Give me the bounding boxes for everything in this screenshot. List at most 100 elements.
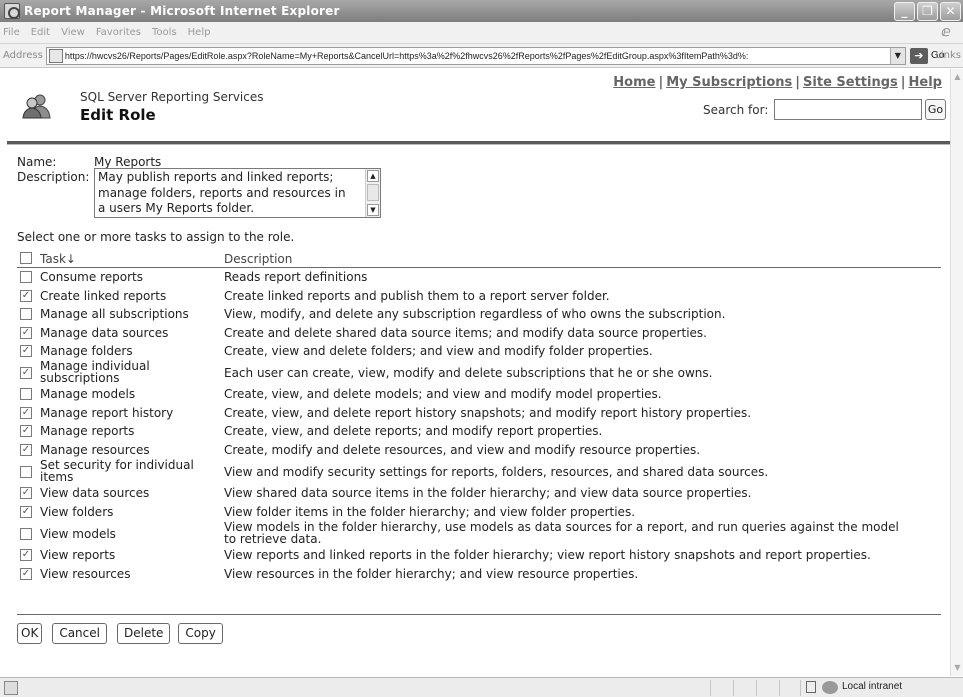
task-description: View and modify security settings for re… <box>224 465 769 479</box>
help-link[interactable]: Help <box>909 75 942 90</box>
copy-button[interactable]: Copy <box>178 623 223 644</box>
task-description: Each user can create, view, modify and d… <box>224 366 713 380</box>
select-all-checkbox[interactable] <box>20 252 32 264</box>
lock-icon <box>806 681 816 693</box>
address-url[interactable]: https://hwcvs26/Reports/Pages/EditRole.a… <box>65 51 890 61</box>
description-textarea[interactable]: May publish reports and linked reports; … <box>94 168 381 218</box>
address-input[interactable]: https://hwcvs26/Reports/Pages/EditRole.a… <box>45 46 906 65</box>
links-button[interactable]: Links <box>935 50 961 61</box>
task-name: Manage folders <box>40 344 133 358</box>
menu-view[interactable]: View <box>61 27 85 38</box>
restore-icon[interactable]: ❐ <box>917 2 938 21</box>
scroll-thumb[interactable] <box>367 184 379 201</box>
table-header: Task↓ Description <box>17 250 941 268</box>
top-links: Home | My Subscriptions | Site Settings | Help <box>613 75 942 90</box>
task-checkbox[interactable] <box>20 528 32 540</box>
scroll-up-icon[interactable]: ▲ <box>367 170 379 182</box>
delete-button[interactable]: Delete <box>116 623 171 644</box>
table-row: View models View models in the folder hie… <box>17 521 941 546</box>
window-title-bar: Report Manager - Microsoft Internet Expl… <box>0 0 963 22</box>
table-row: ✓ View reports View reports and linked rep… <box>17 546 941 564</box>
security-zone: Local intranet <box>842 681 903 692</box>
task-name: Manage models <box>40 387 136 401</box>
task-checkbox[interactable]: ✓ <box>20 487 32 499</box>
window-title: Report Manager - Microsoft Internet Expl… <box>24 4 340 18</box>
status-divider <box>756 680 757 696</box>
description-scrollbar[interactable]: ▲ ▼ <box>365 169 380 217</box>
action-buttons: OK Cancel Delete Copy <box>17 623 223 644</box>
task-name: Manage report history <box>40 406 174 420</box>
search-input[interactable] <box>774 99 922 120</box>
task-checkbox[interactable]: ✓ <box>20 549 32 561</box>
scroll-down-icon[interactable]: ▼ <box>367 204 379 216</box>
table-bottom-divider <box>17 614 941 615</box>
description-column-header: Description <box>224 252 293 266</box>
menu-favorites[interactable]: Favorites <box>96 27 141 38</box>
task-name: Set security for individual items <box>40 458 194 484</box>
page-scroll-up-icon[interactable]: ▲ <box>952 71 963 83</box>
task-name: Manage individual subscriptions <box>40 359 150 385</box>
task-name: View folders <box>40 505 114 519</box>
my-subscriptions-link[interactable]: My Subscriptions <box>666 75 792 90</box>
task-checkbox[interactable] <box>20 466 32 478</box>
task-checkbox[interactable]: ✓ <box>20 568 32 580</box>
page-status-icon <box>4 681 18 695</box>
task-name: Manage reports <box>40 424 135 438</box>
cancel-button[interactable]: Cancel <box>52 623 107 644</box>
search-go-button[interactable]: Go <box>925 99 946 120</box>
windows-logo-icon: ⅇ <box>941 24 951 40</box>
task-checkbox[interactable]: ✓ <box>20 367 32 379</box>
task-description: Create, view, and delete reports; and mo… <box>224 424 603 438</box>
task-name: Create linked reports <box>40 289 167 303</box>
address-dropdown-icon[interactable]: ▼ <box>889 47 905 64</box>
task-name: Manage all subscriptions <box>40 307 189 321</box>
task-checkbox[interactable] <box>20 271 32 283</box>
table-row: ✓ View folders View folder items in the fo… <box>17 502 941 521</box>
task-checkbox[interactable] <box>20 388 32 400</box>
task-name: Manage data sources <box>40 326 169 340</box>
close-icon[interactable]: ✕ <box>940 2 961 21</box>
tasks-table: Task↓ Description Consume reports Reads r… <box>17 250 941 583</box>
table-row: ✓ Manage resources Create, modify and dele… <box>17 440 941 459</box>
ok-button[interactable]: OK <box>17 623 43 644</box>
menu-file[interactable]: File <box>3 27 20 38</box>
task-description: Create linked reports and publish them t… <box>224 289 610 303</box>
page-scrollbar[interactable]: ▲ ▼ <box>950 69 963 676</box>
task-checkbox[interactable]: ✓ <box>20 425 32 437</box>
task-checkbox[interactable]: ✓ <box>20 345 32 357</box>
home-link[interactable]: Home <box>613 75 655 90</box>
task-description: Create, view and delete folders; and vie… <box>224 344 653 358</box>
menu-tools[interactable]: Tools <box>152 27 177 38</box>
task-checkbox[interactable]: ✓ <box>20 290 32 302</box>
role-name: My Reports <box>94 155 162 169</box>
go-arrow-icon: ➔ <box>909 47 928 64</box>
task-name: Consume reports <box>40 270 143 284</box>
page-icon <box>48 48 63 63</box>
task-description: View shared data source items in the fol… <box>224 486 752 500</box>
table-row: ✓ Manage individual subscriptions Each use… <box>17 360 941 385</box>
table-row: ✓ Manage folders Create, view and delete f… <box>17 342 941 360</box>
task-checkbox[interactable] <box>20 308 32 320</box>
ie-app-icon <box>4 3 20 19</box>
role-users-icon <box>22 94 51 119</box>
table-row: ✓ Manage data sources Create and delete sh… <box>17 323 941 342</box>
site-settings-link[interactable]: Site Settings <box>803 75 898 90</box>
description-label: Description: <box>17 170 90 184</box>
page-scroll-down-icon[interactable]: ▼ <box>952 662 963 674</box>
task-description: Create, view, and delete report history … <box>224 406 752 420</box>
status-divider <box>733 680 734 696</box>
minimize-icon[interactable]: _ <box>894 2 915 21</box>
page-content: Home | My Subscriptions | Site Settings | Help… <box>0 69 950 676</box>
page-title: Edit Role <box>80 106 156 124</box>
menu-help[interactable]: Help <box>188 27 211 38</box>
task-checkbox[interactable]: ✓ <box>20 407 32 419</box>
task-column-header[interactable]: Task↓ <box>40 252 76 266</box>
table-row: Manage models Create, view, and delete mo… <box>17 385 941 403</box>
menu-edit[interactable]: Edit <box>31 27 50 38</box>
product-name: SQL Server Reporting Services <box>80 90 264 104</box>
task-checkbox[interactable]: ✓ <box>20 506 32 518</box>
task-checkbox[interactable]: ✓ <box>20 327 32 339</box>
address-bar: Address https://hwcvs26/Reports/Pages/Ed… <box>0 44 963 68</box>
task-description: View folder items in the folder hierarch… <box>224 505 636 519</box>
task-checkbox[interactable]: ✓ <box>20 444 32 456</box>
